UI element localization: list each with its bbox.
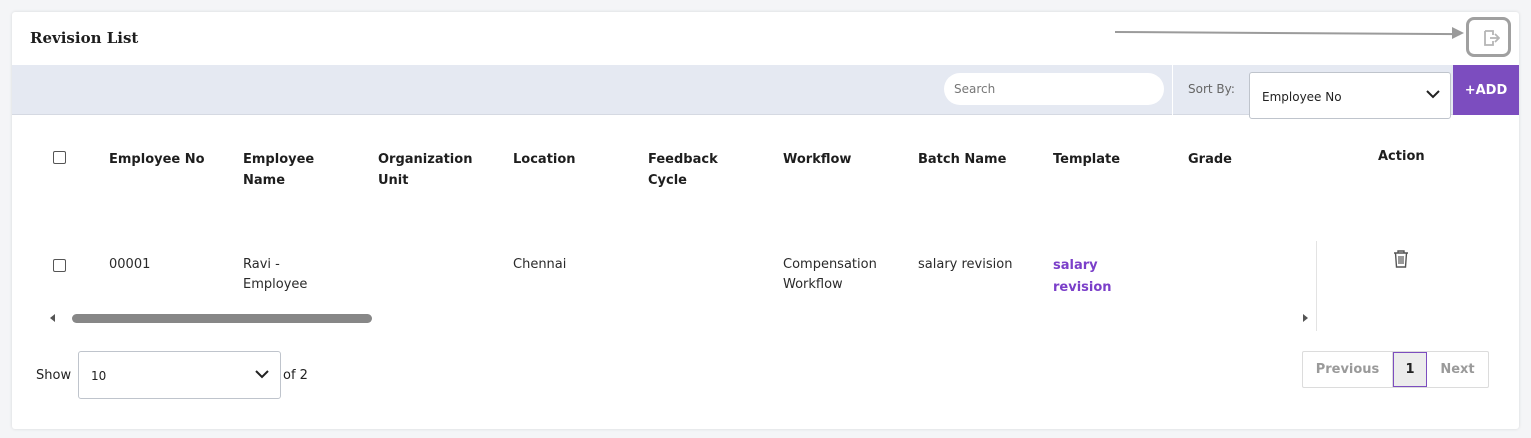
cell-workflow: Compensation Workflow (783, 255, 877, 295)
header-org-unit-line1: Organization (378, 152, 473, 167)
select-all-checkbox[interactable] (53, 151, 66, 164)
divider (1172, 65, 1173, 115)
header-workflow[interactable]: Workflow (783, 149, 851, 170)
annotation-arrow-head (1452, 27, 1464, 39)
cell-employee-name-line1: Ravi - (243, 257, 280, 272)
page-size-select[interactable]: 10 (78, 351, 281, 399)
sort-by-value: Employee No (1262, 90, 1342, 104)
cell-employee-no: 00001 (109, 257, 151, 272)
revision-list-card: Revision List Sort By: Employee No +ADD … (12, 12, 1519, 429)
sort-by-label: Sort By: (1188, 82, 1235, 96)
cell-employee-name: Ravi - Employee (243, 255, 307, 295)
scroll-right-arrow[interactable] (1303, 314, 1308, 322)
sort-by-select[interactable]: Employee No (1249, 72, 1451, 119)
page-1-button[interactable]: 1 (1393, 352, 1427, 387)
template-link-line2: revision (1053, 280, 1112, 295)
cell-location: Chennai (513, 257, 567, 272)
header-employee-name-line1: Employee (243, 152, 315, 167)
cell-employee-name-line2: Employee (243, 277, 308, 292)
previous-page-button[interactable]: Previous (1303, 352, 1393, 387)
chevron-down-icon (1426, 90, 1440, 99)
header-feedback-cycle-line1: Feedback (648, 152, 718, 167)
annotation-arrow-line (1114, 31, 1460, 36)
scrollbar-thumb[interactable] (72, 314, 372, 323)
template-link[interactable]: salary revision (1053, 255, 1112, 299)
pagination: Previous 1 Next (1302, 351, 1489, 388)
page-size-value: 10 (91, 369, 107, 383)
page-count-label: of 2 (283, 368, 308, 383)
toolbar: Sort By: Employee No +ADD (12, 65, 1519, 119)
cell-batch-name: salary revision (918, 257, 1013, 272)
scroll-left-arrow[interactable] (50, 314, 55, 322)
header-org-unit-line2: Unit (378, 173, 409, 188)
header-employee-name-line2: Name (243, 173, 286, 188)
header-feedback-cycle-line2: Cycle (648, 173, 687, 188)
search-input[interactable] (944, 73, 1164, 105)
horizontal-scrollbar[interactable] (47, 311, 1312, 325)
cell-workflow-line1: Compensation (783, 257, 877, 272)
header-batch-name[interactable]: Batch Name (918, 149, 1006, 170)
cell-workflow-line2: Workflow (783, 277, 843, 292)
header-template[interactable]: Template (1053, 149, 1120, 170)
export-icon (1484, 30, 1500, 46)
action-column-divider (1316, 241, 1317, 331)
header-employee-no[interactable]: Employee No (109, 149, 205, 170)
header-feedback-cycle[interactable]: Feedback Cycle (648, 149, 718, 191)
header-location[interactable]: Location (513, 149, 576, 170)
header-grade[interactable]: Grade (1188, 149, 1232, 170)
header-employee-name[interactable]: Employee Name (243, 149, 314, 191)
trash-icon[interactable] (1392, 249, 1410, 269)
template-link-line1: salary (1053, 258, 1098, 273)
chevron-down-icon (255, 370, 269, 379)
header-action: Action (1378, 149, 1425, 164)
next-page-button[interactable]: Next (1427, 352, 1488, 387)
page-title: Revision List (30, 29, 139, 47)
export-button[interactable] (1466, 17, 1511, 57)
header-organization-unit[interactable]: Organization Unit (378, 149, 472, 191)
add-button[interactable]: +ADD (1453, 65, 1519, 115)
row-checkbox[interactable] (53, 259, 66, 272)
show-label: Show (36, 368, 72, 383)
